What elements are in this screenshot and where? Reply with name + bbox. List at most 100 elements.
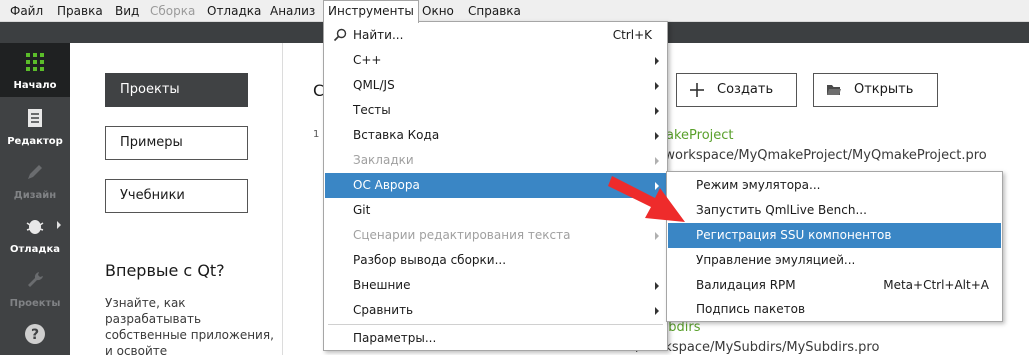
- menu-build[interactable]: Сборка: [146, 0, 199, 22]
- menu-view[interactable]: Вид: [111, 0, 143, 22]
- menu-help[interactable]: Справка: [464, 0, 525, 22]
- menu-item-label: Закладки: [353, 153, 414, 167]
- menu-window[interactable]: Окно: [418, 0, 458, 22]
- menu-item-tests[interactable]: Тесты: [325, 98, 666, 123]
- menu-item-sign-packages[interactable]: Подпись пакетов: [668, 297, 1001, 322]
- menu-item-label: QML/JS: [353, 78, 395, 92]
- welcome-divider: [282, 43, 283, 355]
- mode-design[interactable]: Дизайн: [0, 153, 70, 207]
- menu-item-label: Тесты: [353, 103, 391, 117]
- mode-design-label: Дизайн: [13, 190, 57, 201]
- menu-item-emulation-control[interactable]: Управление эмуляцией...: [668, 248, 1001, 273]
- menu-item-git[interactable]: Git: [325, 198, 666, 223]
- submenu-arrow-icon: [655, 132, 659, 140]
- create-label: Создать: [717, 82, 774, 97]
- menu-item-options[interactable]: Параметры...: [325, 326, 666, 351]
- menu-item-label: Разбор вывода сборки...: [353, 253, 507, 267]
- menu-item-label: Управление эмуляцией...: [696, 253, 856, 267]
- menu-item-bookmarks[interactable]: Закладки: [325, 148, 666, 173]
- bug-icon: [26, 220, 44, 234]
- menu-item-label: ОС Аврора: [353, 178, 420, 192]
- menu-item-find[interactable]: Найти... Ctrl+K: [325, 23, 666, 48]
- menu-item-external[interactable]: Внешние: [325, 273, 666, 298]
- pen-icon: [28, 165, 42, 179]
- help-icon: ?: [25, 324, 45, 344]
- folder-icon: [827, 85, 841, 95]
- wrench-icon: [28, 272, 43, 287]
- mode-projects-label: Проекты: [9, 298, 61, 309]
- menu-tools[interactable]: Инструменты: [323, 0, 419, 23]
- plus-icon: [690, 83, 704, 97]
- submenu-arrow-icon: [655, 207, 659, 215]
- menu-item-label: Регистрация SSU компонентов: [696, 228, 892, 242]
- menu-item-label: Запустить QmlLive Bench...: [696, 203, 867, 217]
- document-icon: [28, 109, 42, 127]
- submenu-arrow-icon: [655, 57, 659, 65]
- menu-item-label: Сценарии редактирования текста: [353, 228, 571, 242]
- first-time-title: Впервые с Qt?: [105, 261, 225, 280]
- menu-item-label: Вставка Кода: [353, 128, 440, 142]
- menu-item-label: Сравнить: [353, 303, 414, 317]
- menu-item-label: Параметры...: [353, 331, 437, 345]
- menu-item-ssu-registration[interactable]: Регистрация SSU компонентов: [668, 223, 1001, 248]
- menu-item-label: C++: [353, 53, 382, 67]
- mode-projects[interactable]: Проекты: [0, 261, 70, 315]
- menu-item-parse-build-output[interactable]: Разбор вывода сборки...: [325, 248, 666, 273]
- mode-debug-label: Отладка: [10, 244, 60, 255]
- menu-item-diff[interactable]: Сравнить: [325, 298, 666, 323]
- menu-separator: [328, 324, 663, 325]
- create-project-button[interactable]: Создать: [676, 73, 797, 107]
- menu-item-emulator-mode[interactable]: Режим эмулятора...: [668, 173, 1001, 198]
- mode-welcome[interactable]: Начало: [0, 43, 70, 97]
- menu-item-rpm-validation[interactable]: Валидация RPM Meta+Ctrl+Alt+A: [668, 273, 1001, 298]
- mode-debug[interactable]: Отладка: [0, 207, 70, 261]
- menu-item-label: Внешние: [353, 278, 411, 292]
- menu-item-qmljs[interactable]: QML/JS: [325, 73, 666, 98]
- open-label: Открыть: [854, 82, 914, 97]
- open-project-button[interactable]: Открыть: [813, 73, 938, 107]
- menu-item-shortcut: Meta+Ctrl+Alt+A: [883, 278, 989, 292]
- submenu-arrow-icon: [655, 307, 659, 315]
- search-icon: [333, 28, 347, 42]
- menu-item-insert-code[interactable]: Вставка Кода: [325, 123, 666, 148]
- submenu-arrow-icon: [655, 182, 659, 190]
- submenu-arrow-icon: [655, 282, 659, 290]
- menu-item-text-editing-macros[interactable]: Сценарии редактирования текста: [325, 223, 666, 248]
- grid-icon: [26, 53, 44, 71]
- menu-item-label: Режим эмулятора...: [696, 178, 821, 192]
- menu-edit[interactable]: Правка: [53, 0, 107, 22]
- menu-item-label: Git: [353, 203, 371, 217]
- menu-item-label: Валидация RPM: [696, 278, 796, 292]
- recent-project-path: /workspace/MySubdirs/MySubdirs.pro: [636, 340, 880, 355]
- menu-debug[interactable]: Отладка: [203, 0, 265, 22]
- menu-item-qmllive-bench[interactable]: Запустить QmlLive Bench...: [668, 198, 1001, 223]
- menu-item-shortcut: Ctrl+K: [612, 28, 652, 42]
- tutorials-button[interactable]: Учебники: [105, 179, 248, 213]
- mode-editor[interactable]: Редактор: [0, 99, 70, 153]
- menu-file[interactable]: Файл: [6, 0, 47, 22]
- menu-analyze[interactable]: Анализ: [266, 0, 319, 22]
- menu-item-label: Найти...: [353, 28, 404, 42]
- projects-button[interactable]: Проекты: [105, 73, 248, 107]
- submenu-arrow-icon: [655, 157, 659, 165]
- menubar: Файл Правка Вид Сборка Отладка Анализ Ин…: [0, 0, 1029, 23]
- menu-item-label: Подпись пакетов: [696, 302, 806, 316]
- examples-button[interactable]: Примеры: [105, 126, 248, 160]
- first-time-text: Узнайте, как разрабатывать собственные п…: [105, 296, 274, 355]
- mode-editor-label: Редактор: [7, 136, 63, 147]
- recent-project-name[interactable]: akeProject: [666, 128, 734, 143]
- submenu-arrow-icon: [655, 232, 659, 240]
- aurora-os-submenu: Режим эмулятора... Запустить QmlLive Ben…: [666, 171, 1003, 322]
- mode-sidebar: Начало Редактор Дизайн Отладка Проекты ?: [0, 43, 70, 355]
- submenu-arrow-icon: [655, 82, 659, 90]
- menu-item-cpp[interactable]: C++: [325, 48, 666, 73]
- submenu-arrow-icon: [57, 221, 61, 229]
- tools-dropdown-menu: Найти... Ctrl+K C++ QML/JS Тесты Вставка…: [323, 21, 668, 351]
- mode-welcome-label: Начало: [13, 80, 57, 91]
- mode-help[interactable]: ?: [0, 315, 70, 355]
- menu-item-aurora-os[interactable]: ОС Аврора: [325, 173, 666, 198]
- recent-number: 1: [313, 129, 320, 140]
- submenu-arrow-icon: [655, 107, 659, 115]
- recent-project-path: /workspace/MyQmakeProject/MyQmakeProject…: [660, 148, 987, 163]
- svg-text:?: ?: [31, 327, 39, 343]
